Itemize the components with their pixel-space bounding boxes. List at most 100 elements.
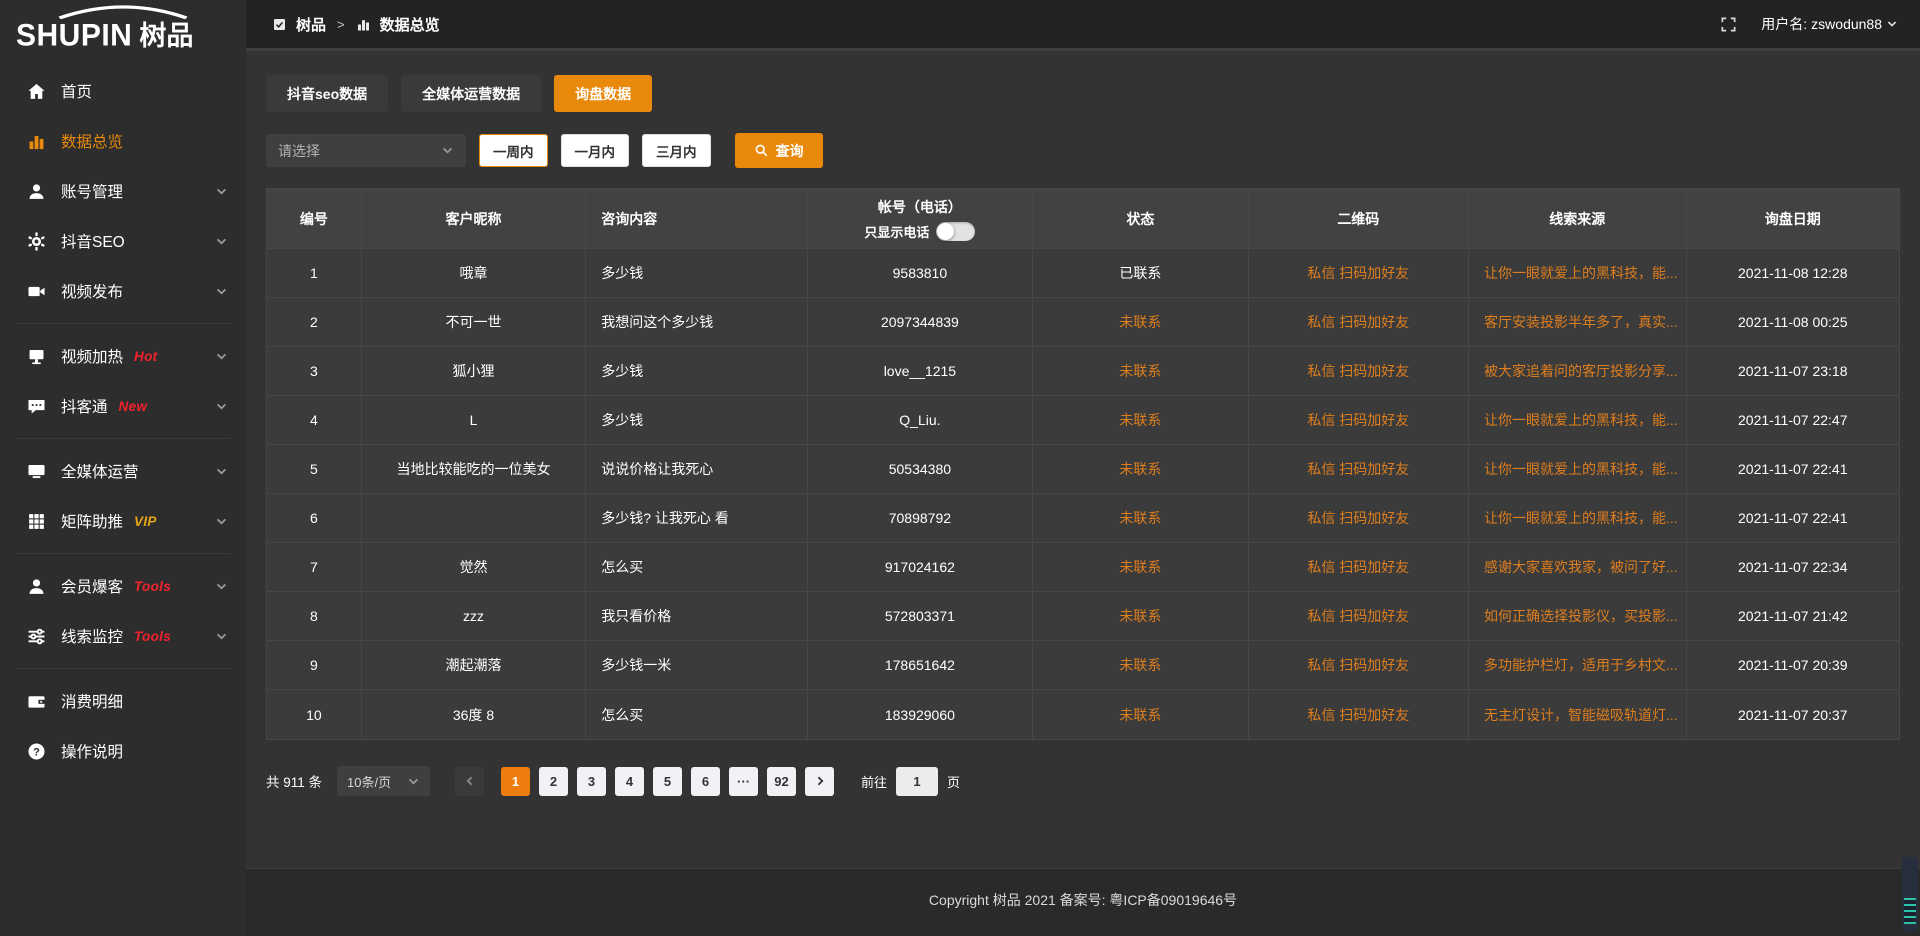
qrcode-link[interactable]: 私信 扫码加好友 [1249, 592, 1469, 641]
source-link[interactable]: 感谢大家喜欢我家，被问了好... [1469, 543, 1686, 592]
chevron-down-icon [215, 185, 228, 198]
fullscreen-icon[interactable] [1720, 16, 1737, 33]
cell-nickname: 觉然 [362, 543, 586, 592]
username-value: zswodun88 [1811, 16, 1882, 32]
table-row: 9潮起潮落多少钱一米178651642未联系私信 扫码加好友多功能护栏灯，适用于… [267, 641, 1899, 690]
total-count: 共 911 条 [266, 771, 322, 791]
sidebar-item-badge: Hot [134, 349, 157, 364]
source-link[interactable]: 让你一眼就爱上的黑科技，能... [1469, 249, 1686, 298]
qrcode-link[interactable]: 私信 扫码加好友 [1249, 494, 1469, 543]
table-row: 6多少钱? 让我死心 看70898792未联系私信 扫码加好友让你一眼就爱上的黑… [267, 494, 1899, 543]
sidebar-item-label: 首页 [61, 80, 92, 102]
sidebar-item-publish[interactable]: 视频发布 [0, 266, 246, 316]
cell-date: 2021-11-07 22:41 [1687, 494, 1899, 543]
period-button-1[interactable]: 一月内 [561, 134, 630, 167]
source-link[interactable]: 被大家追着问的客厅投影分享... [1469, 347, 1686, 396]
goto-label: 前往 [861, 772, 887, 791]
cell-account: 50534380 [808, 445, 1033, 494]
chat-widget[interactable] [1902, 857, 1918, 931]
page-button-5[interactable]: 5 [653, 767, 682, 796]
prev-page-button[interactable] [455, 767, 484, 796]
account-select[interactable]: 请选择 [266, 134, 466, 167]
filter-bar: 请选择 一周内一月内三月内 查询 [266, 133, 1900, 168]
cell-date: 2021-11-07 20:39 [1687, 641, 1899, 690]
phone-only-toggle[interactable] [936, 222, 975, 241]
sidebar-item-help[interactable]: ?操作说明 [0, 726, 246, 776]
cell-no: 1 [267, 249, 362, 298]
sidebar-item-matrix[interactable]: 矩阵助推VIP [0, 496, 246, 546]
cell-account: 178651642 [808, 641, 1033, 690]
cell-nickname: 当地比较能吃的一位美女 [362, 445, 586, 494]
source-link[interactable]: 如何正确选择投影仪，买投影... [1469, 592, 1686, 641]
goto-unit: 页 [947, 772, 960, 791]
qrcode-link[interactable]: 私信 扫码加好友 [1249, 445, 1469, 494]
sidebar-item-heat[interactable]: 视频加热Hot [0, 331, 246, 381]
period-buttons: 一周内一月内三月内 [479, 134, 711, 167]
sidebar-item-clue[interactable]: 线索监控Tools [0, 611, 246, 661]
qrcode-link[interactable]: 私信 扫码加好友 [1249, 396, 1469, 445]
page-button-4[interactable]: 4 [615, 767, 644, 796]
cell-no: 5 [267, 445, 362, 494]
chevron-down-icon [215, 235, 228, 248]
table-row: 7觉然怎么买917024162未联系私信 扫码加好友感谢大家喜欢我家，被问了好.… [267, 543, 1899, 592]
breadcrumb-root[interactable]: 树品 [296, 14, 326, 35]
sidebar-item-home[interactable]: 首页 [0, 66, 246, 116]
page-ellipsis-button[interactable]: ··· [729, 767, 758, 796]
sidebar-item-expense[interactable]: 消费明细 [0, 676, 246, 726]
cell-date: 2021-11-07 22:34 [1687, 543, 1899, 592]
sidebar-item-douketong[interactable]: 抖客通New [0, 381, 246, 431]
qrcode-link[interactable]: 私信 扫码加好友 [1249, 249, 1469, 298]
user-menu[interactable]: 用户名: zswodun88 [1761, 14, 1898, 34]
sidebar-item-data[interactable]: 数据总览 [0, 116, 246, 166]
logo[interactable]: SHUPIN 树品 [0, 0, 246, 60]
qrcode-link[interactable]: 私信 扫码加好友 [1249, 690, 1469, 739]
source-link[interactable]: 无主灯设计，智能磁吸轨道灯... [1469, 690, 1686, 739]
period-button-0[interactable]: 一周内 [479, 134, 548, 167]
page-size-value: 10条/页 [347, 772, 391, 791]
page-button-2[interactable]: 2 [539, 767, 568, 796]
menu-divider [16, 553, 230, 554]
source-link[interactable]: 让你一眼就爱上的黑科技，能... [1469, 396, 1686, 445]
chevron-right-icon [814, 775, 826, 787]
search-button[interactable]: 查询 [735, 133, 823, 168]
chevron-down-icon [441, 144, 454, 157]
next-page-button[interactable] [805, 767, 834, 796]
cell-content: 多少钱 [586, 396, 807, 445]
cell-nickname [362, 494, 586, 543]
chat-icon [27, 397, 46, 416]
source-link[interactable]: 客厅安装投影半年多了，真实... [1469, 298, 1686, 347]
goto-page-input[interactable] [896, 767, 938, 796]
page-button-92[interactable]: 92 [767, 767, 796, 796]
qrcode-link[interactable]: 私信 扫码加好友 [1249, 641, 1469, 690]
svg-text:?: ? [33, 746, 40, 758]
sidebar-item-member[interactable]: 会员爆客Tools [0, 561, 246, 611]
tab-1[interactable]: 全媒体运营数据 [401, 75, 541, 112]
source-link[interactable]: 多功能护栏灯，适用于乡村文... [1469, 641, 1686, 690]
cell-content: 多少钱一米 [586, 641, 807, 690]
sidebar-item-media[interactable]: 全媒体运营 [0, 446, 246, 496]
inquiry-table: 编号 客户昵称 咨询内容 帐号（电话） 只显示电话 状态 二维码 线索来源 询盘… [266, 188, 1900, 740]
qrcode-link[interactable]: 私信 扫码加好友 [1249, 543, 1469, 592]
cell-account: 917024162 [808, 543, 1033, 592]
page-button-3[interactable]: 3 [577, 767, 606, 796]
chevron-down-icon [215, 630, 228, 643]
source-link[interactable]: 让你一眼就爱上的黑科技，能... [1469, 445, 1686, 494]
qrcode-link[interactable]: 私信 扫码加好友 [1249, 347, 1469, 396]
cell-nickname: 狐小狸 [362, 347, 586, 396]
page-button-6[interactable]: 6 [691, 767, 720, 796]
column-header-account: 帐号（电话） 只显示电话 [808, 189, 1033, 249]
period-button-2[interactable]: 三月内 [642, 134, 711, 167]
column-header-status: 状态 [1033, 189, 1248, 249]
sidebar-item-label: 数据总览 [61, 130, 123, 152]
sidebar-item-account[interactable]: 账号管理 [0, 166, 246, 216]
tab-2[interactable]: 询盘数据 [554, 75, 652, 112]
cell-nickname: 哦章 [362, 249, 586, 298]
cell-account: 9583810 [808, 249, 1033, 298]
page-button-1[interactable]: 1 [501, 767, 530, 796]
tab-0[interactable]: 抖音seo数据 [266, 75, 388, 112]
qrcode-link[interactable]: 私信 扫码加好友 [1249, 298, 1469, 347]
source-link[interactable]: 让你一眼就爱上的黑科技，能... [1469, 494, 1686, 543]
sidebar-item-douyin-seo[interactable]: 抖音SEO [0, 216, 246, 266]
page-size-select[interactable]: 10条/页 [337, 766, 430, 796]
sidebar-item-label: 抖客通 [61, 395, 108, 417]
